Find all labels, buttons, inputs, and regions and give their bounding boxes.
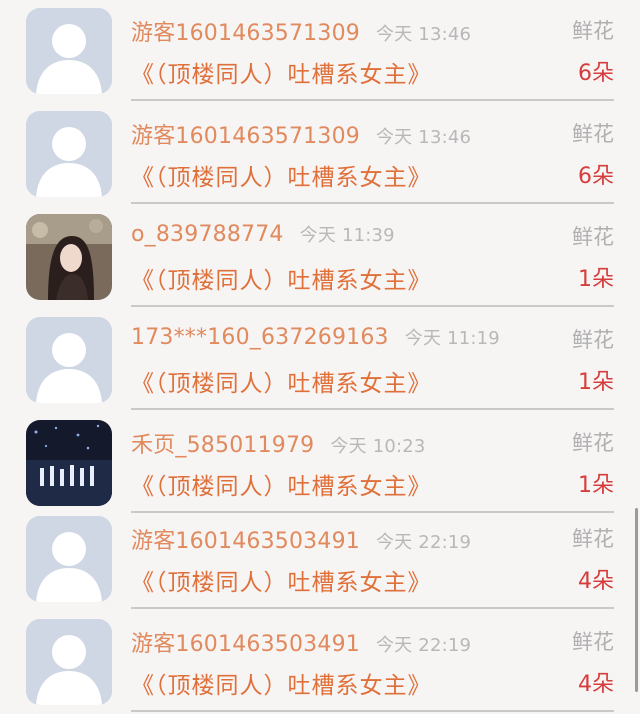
gift-type-label: 鲜花 — [572, 630, 614, 654]
username-text[interactable]: 游客1601463503491 — [131, 632, 360, 657]
gift-count: 1朵 — [578, 370, 614, 395]
gift-count: 1朵 — [578, 473, 614, 498]
username[interactable]: 禾页_585011979 今天 10:23 — [131, 427, 426, 459]
avatar[interactable] — [26, 420, 112, 506]
list-item[interactable]: 173***160_637269163 今天 11:19 《（顶楼同人）吐槽系女主… — [0, 309, 640, 412]
divider — [131, 408, 614, 410]
username[interactable]: 173***160_637269163 今天 11:19 — [131, 324, 500, 350]
username-text[interactable]: o_839788774 — [131, 222, 284, 247]
timestamp: 今天 22:19 — [375, 635, 472, 656]
book-title-link[interactable]: 《（顶楼同人）吐槽系女主》 — [131, 467, 432, 501]
username-text[interactable]: 173***160_637269163 — [131, 325, 389, 350]
timestamp: 今天 11:39 — [299, 225, 395, 246]
gift-count: 4朵 — [578, 672, 614, 697]
timestamp: 今天 10:23 — [330, 436, 426, 457]
avatar[interactable] — [26, 8, 112, 94]
list-item[interactable]: 禾页_585011979 今天 10:23 《（顶楼同人）吐槽系女主》 鲜花 1朵 — [0, 412, 640, 515]
avatar[interactable] — [26, 619, 112, 705]
divider — [131, 710, 614, 712]
list-item[interactable]: 游客1601463571309 今天 13:46 《（顶楼同人）吐槽系女主》 鲜花… — [0, 0, 640, 103]
gift-count: 1朵 — [578, 267, 614, 292]
list-item[interactable]: 游客1601463571309 今天 13:46 《（顶楼同人）吐槽系女主》 鲜花… — [0, 103, 640, 206]
timestamp: 今天 22:19 — [375, 532, 472, 553]
divider — [131, 607, 614, 609]
list-item[interactable]: o_839788774 今天 11:39 《（顶楼同人）吐槽系女主》 鲜花 1朵 — [0, 206, 640, 309]
gift-type-label: 鲜花 — [572, 431, 614, 455]
divider — [131, 202, 614, 204]
divider — [131, 305, 614, 307]
username[interactable]: o_839788774 今天 11:39 — [131, 221, 395, 247]
list-item[interactable]: 游客1601463503491 今天 22:19 《（顶楼同人）吐槽系女主》 鲜花… — [0, 611, 640, 714]
username-text[interactable]: 游客1601463571309 — [131, 21, 360, 46]
gift-count: 6朵 — [578, 61, 614, 86]
book-title-link[interactable]: 《（顶楼同人）吐槽系女主》 — [131, 261, 432, 295]
username-text[interactable]: 游客1601463503491 — [131, 529, 360, 554]
username-text[interactable]: 游客1601463571309 — [131, 124, 360, 149]
book-title-link[interactable]: 《（顶楼同人）吐槽系女主》 — [131, 666, 432, 700]
avatar[interactable] — [26, 317, 112, 403]
book-title-link[interactable]: 《（顶楼同人）吐槽系女主》 — [131, 364, 432, 398]
gift-count: 4朵 — [578, 569, 614, 594]
book-title-link[interactable]: 《（顶楼同人）吐槽系女主》 — [131, 55, 432, 89]
gift-type-label: 鲜花 — [572, 225, 614, 249]
gift-type-label: 鲜花 — [572, 19, 614, 43]
gift-type-label: 鲜花 — [572, 122, 614, 146]
gift-count: 6朵 — [578, 164, 614, 189]
divider — [131, 99, 614, 101]
scrollbar[interactable] — [635, 508, 638, 692]
timestamp: 今天 13:46 — [375, 127, 472, 148]
timestamp: 今天 13:46 — [375, 24, 472, 45]
book-title-link[interactable]: 《（顶楼同人）吐槽系女主》 — [131, 158, 432, 192]
username[interactable]: 游客1601463571309 今天 13:46 — [131, 118, 471, 150]
gift-type-label: 鲜花 — [572, 527, 614, 551]
username-text[interactable]: 禾页_585011979 — [131, 433, 314, 458]
avatar[interactable] — [26, 516, 112, 602]
username[interactable]: 游客1601463571309 今天 13:46 — [131, 15, 471, 47]
avatar[interactable] — [26, 111, 112, 197]
gift-type-label: 鲜花 — [572, 328, 614, 352]
timestamp: 今天 11:19 — [404, 328, 500, 349]
username[interactable]: 游客1601463503491 今天 22:19 — [131, 523, 471, 555]
list-item[interactable]: 游客1601463503491 今天 22:19 《（顶楼同人）吐槽系女主》 鲜花… — [0, 508, 640, 611]
avatar[interactable] — [26, 214, 112, 300]
book-title-link[interactable]: 《（顶楼同人）吐槽系女主》 — [131, 563, 432, 597]
username[interactable]: 游客1601463503491 今天 22:19 — [131, 626, 471, 658]
